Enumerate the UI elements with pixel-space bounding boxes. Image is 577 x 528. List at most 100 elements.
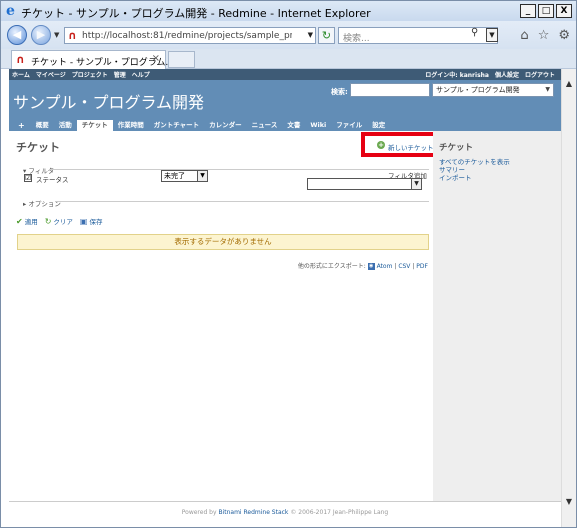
- sidebar-links: すべてのチケットを表示 サマリー インポート: [439, 158, 510, 182]
- menu-files[interactable]: ファイル: [331, 120, 367, 131]
- page-viewport: ホーム マイページ プロジェクト 管理 ヘルプ ログイン中: kanrisha …: [1, 69, 561, 527]
- address-row: ◀ ▶ ▼ ∩ http://localhost:81/redmine/proj…: [1, 21, 576, 49]
- browser-tab[interactable]: ∩ チケット - サンプル・プログラム... ×: [11, 50, 174, 69]
- export-pdf-link[interactable]: PDF: [416, 263, 428, 270]
- tab-row: ∩ チケット - サンプル・プログラム... ×: [1, 49, 576, 69]
- menu-overview[interactable]: 概要: [31, 120, 54, 131]
- search-icon[interactable]: ⚲: [471, 27, 478, 38]
- apply-label: 適用: [24, 218, 38, 226]
- query-actions: ✔ 適用 ↻ クリア ▣ 保存: [16, 216, 102, 226]
- toolbar-icons: ⌂ ☆ ⚙: [520, 28, 570, 43]
- chevron-down-icon: ▼: [411, 179, 421, 189]
- redmine-top-menu: ホーム マイページ プロジェクト 管理 ヘルプ ログイン中: kanrisha …: [9, 69, 561, 80]
- top-menu-help[interactable]: ヘルプ: [132, 70, 150, 79]
- ie-logo-icon: e: [6, 3, 15, 19]
- clear-button[interactable]: ↻ クリア: [45, 216, 73, 226]
- status-operator-select[interactable]: 未完了 ▼: [161, 170, 208, 182]
- save-icon: ▣: [79, 217, 88, 226]
- apply-button[interactable]: ✔ 適用: [16, 216, 38, 226]
- quick-search-label: 検索:: [331, 88, 348, 96]
- sidebar-link-summary[interactable]: サマリー: [439, 166, 510, 174]
- menu-issues[interactable]: チケット: [76, 120, 113, 131]
- redmine-header: サンプル・プログラム開発 検索: サンプル・プログラム開発 ▼ + 概要 活動 …: [9, 80, 561, 131]
- status-filter-label: ステータス: [36, 176, 69, 184]
- save-label: 保存: [89, 218, 103, 226]
- minimize-button[interactable]: _: [520, 4, 536, 18]
- menu-documents[interactable]: 文書: [282, 120, 305, 131]
- title-bar: e チケット - サンプル・プログラム開発 - Redmine - Intern…: [1, 1, 576, 21]
- forward-button[interactable]: ▶: [31, 25, 51, 45]
- reload-icon: ↻: [44, 217, 52, 226]
- main-content: チケット + 新しいチケット ▾ フィルタ ☑ ステータス 未完了 ▼ フィルタ…: [9, 131, 445, 501]
- sidebar-link-import[interactable]: インポート: [439, 174, 510, 182]
- check-icon: ✔: [16, 217, 23, 226]
- menu-news[interactable]: ニュース: [247, 120, 283, 131]
- top-menu-mypage[interactable]: マイページ: [36, 70, 66, 79]
- menu-new-object[interactable]: +: [12, 120, 31, 131]
- sidebar: チケット すべてのチケットを表示 サマリー インポート: [433, 131, 561, 501]
- home-icon[interactable]: ⌂: [520, 28, 528, 43]
- export-atom-link[interactable]: Atom: [377, 263, 393, 270]
- top-menu-logout[interactable]: ログアウト: [525, 70, 555, 79]
- export-prefix: 他の形式にエクスポート:: [297, 263, 366, 270]
- gear-icon[interactable]: ⚙: [558, 28, 570, 43]
- footer-prefix: Powered by: [181, 509, 217, 516]
- export-links: 他の形式にエクスポート: ◉ Atom | CSV | PDF: [9, 261, 428, 270]
- menu-calendar[interactable]: カレンダー: [204, 120, 247, 131]
- main-menu: + 概要 活動 チケット 作業時間 ガントチャート カレンダー ニュース 文書 …: [9, 118, 561, 131]
- address-dropdown-icon[interactable]: ▼: [308, 31, 313, 39]
- favorites-star-icon[interactable]: ☆: [538, 28, 550, 43]
- menu-activity[interactable]: 活動: [54, 120, 77, 131]
- new-tab-button[interactable]: [168, 51, 195, 68]
- scroll-up-icon[interactable]: ▲: [562, 77, 576, 91]
- feed-icon: ◉: [367, 263, 375, 270]
- save-button[interactable]: ▣ 保存: [80, 216, 103, 226]
- project-title: サンプル・プログラム開発: [13, 93, 205, 112]
- top-menu-home[interactable]: ホーム: [12, 70, 30, 79]
- footer-link[interactable]: Bitnami Redmine Stack: [218, 509, 288, 516]
- top-menu-projects[interactable]: プロジェクト: [72, 70, 108, 79]
- export-separator: |: [412, 263, 415, 270]
- search-placeholder: 検索...: [343, 34, 370, 44]
- window-controls: _ □ X: [520, 4, 572, 18]
- chevron-down-icon: ▼: [197, 171, 207, 181]
- redmine-favicon-icon: ∩: [68, 29, 77, 42]
- export-csv-link[interactable]: CSV: [398, 263, 410, 270]
- filters-divider: [49, 169, 429, 170]
- redmine-tab-icon: ∩: [16, 53, 25, 66]
- history-dropdown-icon[interactable]: ▼: [54, 31, 59, 39]
- sidebar-title: チケット: [439, 143, 474, 153]
- footer-copyright: © 2006-2017 Jean-Philippe Lang: [290, 509, 389, 516]
- top-menu-admin[interactable]: 管理: [114, 70, 126, 79]
- status-filter-checkbox[interactable]: ☑: [24, 174, 32, 182]
- options-toggle[interactable]: ▸ オプション: [23, 198, 61, 208]
- back-button[interactable]: ◀: [7, 25, 27, 45]
- sidebar-link-all-issues[interactable]: すべてのチケットを表示: [439, 158, 510, 166]
- menu-time-entries[interactable]: 作業時間: [113, 120, 149, 131]
- logged-in-as: ログイン中: kanrisha: [425, 72, 489, 79]
- add-icon: +: [377, 141, 385, 149]
- address-bar[interactable]: ∩ http://localhost:81/redmine/projects/s…: [64, 27, 316, 44]
- quick-search-input[interactable]: [350, 83, 430, 97]
- menu-wiki[interactable]: Wiki: [305, 120, 331, 131]
- add-filter-select[interactable]: ▼: [307, 178, 422, 190]
- project-jump-value: サンプル・プログラム開発: [436, 86, 520, 94]
- close-button[interactable]: X: [556, 4, 572, 18]
- new-issue-link[interactable]: 新しいチケット: [388, 142, 434, 152]
- project-jump-select[interactable]: サンプル・プログラム開発 ▼: [432, 83, 554, 97]
- menu-gantt[interactable]: ガントチャート: [149, 120, 204, 131]
- address-url: http://localhost:81/redmine/projects/sam…: [82, 31, 292, 41]
- search-dropdown-icon[interactable]: ▼: [486, 28, 498, 42]
- refresh-button[interactable]: ↻: [318, 27, 335, 44]
- window-title: チケット - サンプル・プログラム開発 - Redmine - Internet…: [21, 7, 371, 20]
- scroll-down-icon[interactable]: ▼: [562, 495, 576, 509]
- top-menu-my-account[interactable]: 個人設定: [495, 70, 519, 79]
- no-data-message: 表示するデータがありません: [17, 234, 429, 250]
- browser-window: e チケット - サンプル・プログラム開発 - Redmine - Intern…: [0, 0, 577, 528]
- tab-close-icon[interactable]: ×: [152, 53, 160, 64]
- page-title: チケット: [16, 141, 60, 154]
- maximize-button[interactable]: □: [538, 4, 554, 18]
- options-divider: [55, 201, 429, 202]
- menu-settings[interactable]: 設定: [367, 120, 390, 131]
- vertical-scrollbar[interactable]: ▲ ▼: [561, 69, 576, 527]
